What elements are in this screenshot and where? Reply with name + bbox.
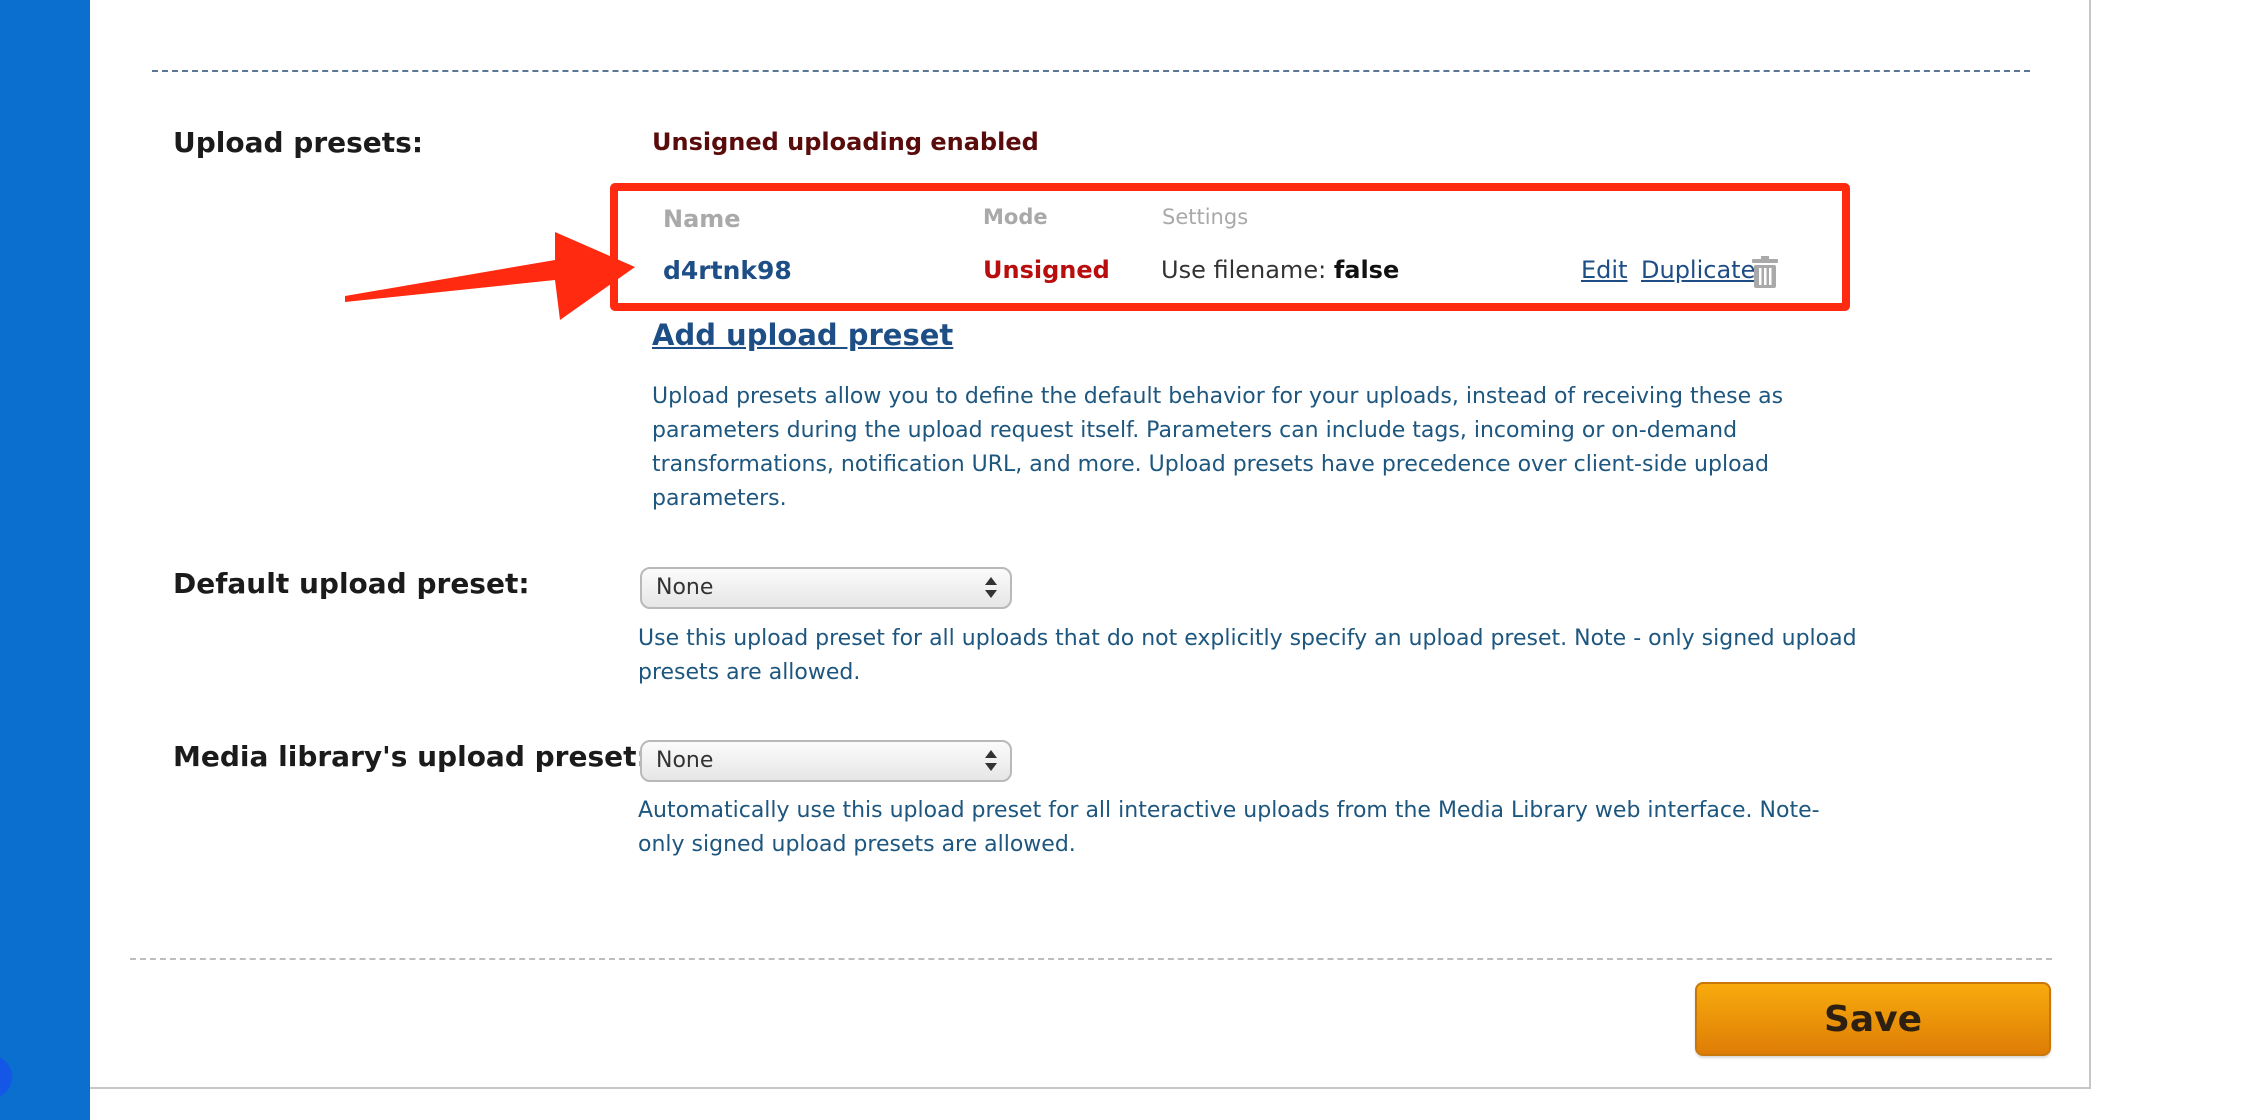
add-upload-preset-link[interactable]: Add upload preset (652, 318, 953, 352)
preset-name-link[interactable]: d4rtnk98 (663, 256, 792, 285)
trash-icon[interactable] (1752, 256, 1778, 288)
upload-presets-label: Upload presets: (173, 126, 424, 159)
upload-presets-highlight-box (610, 183, 1850, 311)
settings-panel (90, 0, 2091, 1089)
section-divider-top (152, 70, 2030, 72)
settings-value: false (1333, 256, 1400, 284)
unsigned-status-text: Unsigned uploading enabled (652, 128, 1039, 156)
settings-label: Use filename: (1161, 256, 1327, 284)
media-library-preset-selected-value: None (656, 748, 714, 773)
select-arrows-icon (985, 577, 997, 598)
default-preset-selected-value: None (656, 575, 714, 600)
duplicate-preset-link[interactable]: Duplicate (1641, 256, 1755, 284)
default-upload-preset-select[interactable]: None (640, 567, 1012, 609)
red-arrow-annotation (345, 232, 635, 320)
preset-mode-value: Unsigned (983, 256, 1110, 284)
save-button[interactable]: Save (1695, 982, 2051, 1056)
edit-preset-link[interactable]: Edit (1581, 256, 1627, 284)
upload-presets-description: Upload presets allow you to define the d… (652, 384, 1784, 511)
column-header-mode: Mode (983, 205, 1048, 229)
default-preset-description: Use this upload preset for all uploads t… (638, 626, 1857, 685)
section-divider-bottom (130, 958, 2052, 960)
column-header-name: Name (663, 205, 741, 233)
left-sidebar (0, 0, 90, 1120)
default-upload-preset-label: Default upload preset: (173, 567, 530, 600)
media-library-preset-description: Automatically use this upload preset for… (638, 798, 1820, 857)
media-library-preset-select[interactable]: None (640, 740, 1012, 782)
preset-settings: Use filename: false (1161, 256, 1399, 284)
media-library-preset-label: Media library's upload preset: (173, 740, 648, 773)
column-header-settings: Settings (1162, 205, 1249, 229)
select-arrows-icon (985, 750, 997, 771)
